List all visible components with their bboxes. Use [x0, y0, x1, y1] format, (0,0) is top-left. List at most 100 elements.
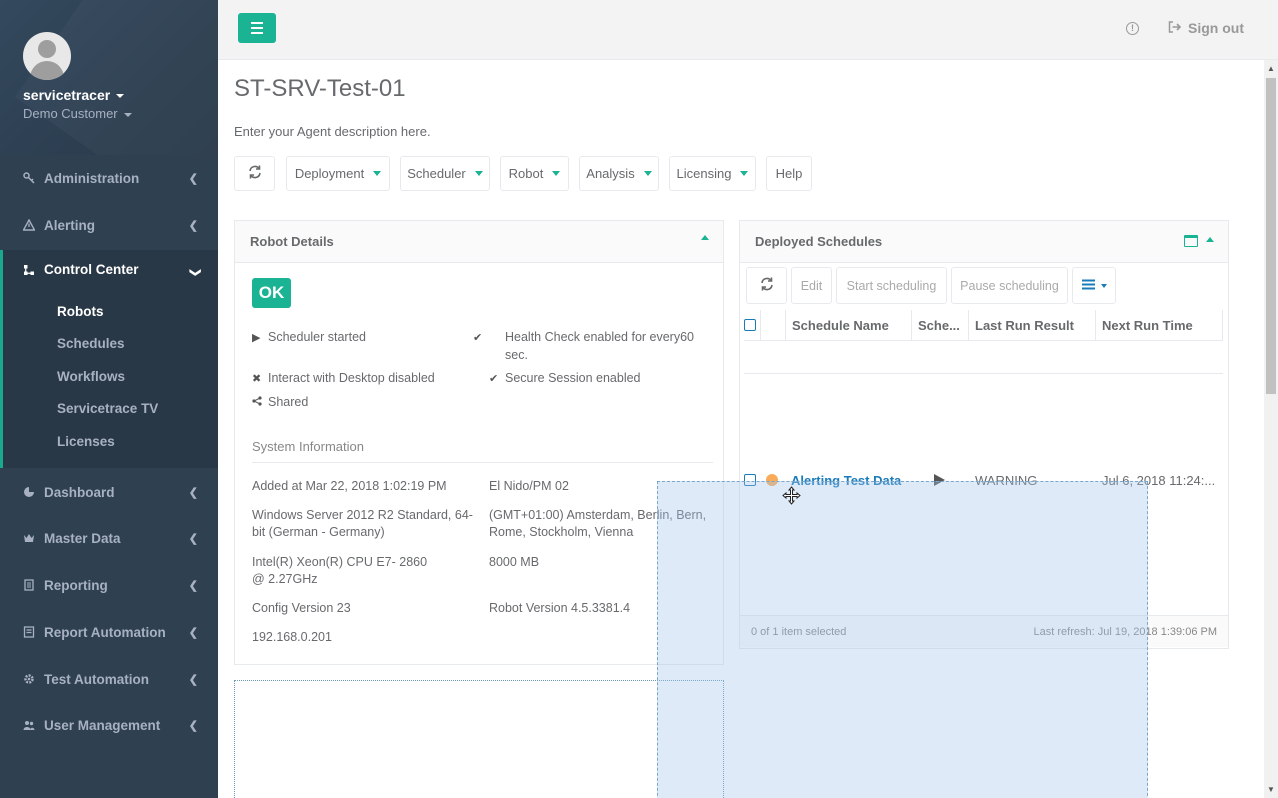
- robot-details-panel: Robot Details OK ▶ Scheduler started ✔ Hea…: [234, 220, 724, 665]
- key-icon: [23, 172, 35, 184]
- select-all-checkbox[interactable]: [744, 319, 756, 331]
- sidebar-item-administration[interactable]: Administration ❮: [0, 156, 218, 200]
- customer-name: Demo Customer: [23, 106, 118, 121]
- crown-icon: [23, 532, 35, 544]
- gear-icon: [23, 673, 35, 685]
- select-all-checkbox-cell: [744, 310, 761, 341]
- list-icon: [1081, 279, 1096, 293]
- cpu-info: Intel(R) Xeon(R) CPU E7- 2860 @ 2.27GHz: [252, 555, 428, 586]
- analysis-dropdown[interactable]: Analysis: [579, 156, 659, 191]
- analysis-label: Analysis: [586, 166, 635, 181]
- sidebar-item-label: Master Data: [44, 530, 121, 546]
- edit-button[interactable]: Edit: [791, 267, 832, 304]
- user-menu[interactable]: servicetracer: [23, 87, 125, 103]
- secure-session-status: ✔ Secure Session enabled: [489, 370, 709, 388]
- column-header-last-run-result[interactable]: Last Run Result: [969, 310, 1096, 341]
- sidebar-item-master-data[interactable]: Master Data ❮: [0, 516, 218, 560]
- sidebar-item-label: Reporting: [44, 577, 108, 593]
- sidebar-subitem-servicetrace-tv[interactable]: Servicetrace TV: [57, 401, 158, 416]
- agent-description[interactable]: Enter your Agent description here.: [234, 124, 431, 139]
- robot-dropdown[interactable]: Robot: [500, 156, 569, 191]
- status-column-header: [761, 310, 786, 341]
- more-options-dropdown[interactable]: [1072, 267, 1116, 304]
- sidebar-item-alerting[interactable]: Alerting ❮: [0, 203, 218, 247]
- sign-out-label: Sign out: [1188, 20, 1244, 36]
- caret-down-icon: [643, 171, 652, 176]
- pause-scheduling-button[interactable]: Pause scheduling: [951, 267, 1068, 304]
- shared-status: Shared: [252, 394, 482, 412]
- help-button[interactable]: Help: [766, 156, 812, 191]
- scroll-up-arrow-icon[interactable]: ▲: [1267, 64, 1275, 73]
- scroll-down-arrow-icon[interactable]: ▼: [1267, 785, 1275, 794]
- customer-menu[interactable]: Demo Customer: [23, 106, 132, 121]
- column-header-schedule-state[interactable]: Sche...: [912, 310, 969, 341]
- info-circle-icon[interactable]: !: [1126, 22, 1139, 35]
- scheduler-status: ▶ Scheduler started: [252, 329, 482, 347]
- start-scheduling-button[interactable]: Start scheduling: [836, 267, 947, 304]
- sidebar-item-report-automation[interactable]: Report Automation ❮: [0, 610, 218, 654]
- sign-out-link[interactable]: Sign out: [1168, 20, 1244, 36]
- share-icon: [252, 395, 264, 412]
- table-row[interactable]: Alerting Test Data WARNING Jul 6, 2018 1…: [744, 343, 1223, 488]
- sitemap-icon: [23, 264, 35, 276]
- chevron-left-icon: ❮: [188, 720, 198, 732]
- caret-down-icon: [740, 171, 749, 176]
- sidebar-item-label: Test Automation: [44, 671, 149, 687]
- users-icon: [23, 719, 35, 731]
- sidebar-subitem-workflows[interactable]: Workflows: [57, 369, 125, 384]
- chevron-left-icon: ❮: [188, 487, 198, 499]
- sidebar-subitem-schedules[interactable]: Schedules: [57, 336, 125, 351]
- page-scrollbar[interactable]: ▲ ▼: [1264, 60, 1278, 798]
- caret-down-icon: [116, 94, 125, 99]
- refresh-icon: [760, 277, 774, 294]
- sidebar-item-control-center[interactable]: Control Center ❮ Robots Schedules Workfl…: [0, 250, 218, 468]
- sidebar-item-user-management[interactable]: User Management ❮: [0, 703, 218, 747]
- move-cursor-icon: [782, 486, 801, 505]
- caret-down-icon: [1100, 283, 1107, 288]
- control-center-header[interactable]: Control Center: [23, 262, 139, 277]
- health-check-status: ✔ Health Check enabled for every60 sec.: [473, 329, 709, 364]
- chevron-down-icon: ❮: [188, 267, 201, 278]
- caret-down-icon: [474, 171, 483, 176]
- robot-label: Robot: [508, 166, 544, 181]
- caret-down-icon: [552, 171, 561, 176]
- dragged-panel-ghost[interactable]: [657, 481, 1148, 798]
- system-info-heading: System Information: [252, 439, 713, 463]
- sidebar-item-test-automation[interactable]: Test Automation ❮: [0, 657, 218, 701]
- sidebar-item-label: Control Center: [44, 262, 139, 277]
- sidebar-subitem-licenses[interactable]: Licenses: [57, 434, 115, 449]
- menu-toggle-button[interactable]: [238, 13, 276, 43]
- desktop-status: ✖ Interact with Desktop disabled: [252, 370, 482, 388]
- sidebar-subitem-robots[interactable]: Robots: [57, 304, 104, 319]
- scheduler-dropdown[interactable]: Scheduler: [400, 156, 490, 191]
- scheduler-status-text: Scheduler started: [268, 330, 366, 344]
- config-version: Config Version 23: [252, 601, 351, 615]
- drop-placeholder: [234, 680, 724, 798]
- sidebar-item-dashboard[interactable]: Dashboard ❮: [0, 470, 218, 514]
- panel-header: Deployed Schedules: [740, 221, 1228, 263]
- refresh-button[interactable]: [234, 156, 275, 191]
- licensing-dropdown[interactable]: Licensing: [669, 156, 756, 191]
- sidebar-item-label: Report Automation: [44, 624, 166, 640]
- scrollbar-thumb[interactable]: [1266, 78, 1276, 394]
- collapse-up-icon[interactable]: [1206, 237, 1214, 242]
- secure-session-text: Secure Session enabled: [505, 371, 641, 385]
- refresh-schedules-button[interactable]: [746, 267, 787, 304]
- chevron-left-icon: ❮: [188, 580, 198, 592]
- times-icon: ✖: [252, 373, 262, 385]
- pie-chart-icon: [23, 486, 35, 498]
- chevron-left-icon: ❮: [188, 533, 198, 545]
- added-at: Added at Mar 22, 2018 1:02:19 PM: [252, 479, 447, 493]
- maximize-icon[interactable]: [1184, 235, 1198, 247]
- collapse-up-icon[interactable]: [701, 235, 709, 240]
- avatar[interactable]: [23, 32, 71, 80]
- column-header-schedule-name[interactable]: Schedule Name: [786, 310, 912, 341]
- chevron-left-icon: ❮: [188, 674, 198, 686]
- sidebar-item-reporting[interactable]: Reporting ❮: [0, 563, 218, 607]
- deployment-dropdown[interactable]: Deployment: [286, 156, 390, 191]
- sidebar-item-label: Dashboard: [44, 484, 115, 500]
- refresh-icon: [248, 165, 262, 182]
- help-label: Help: [775, 166, 803, 181]
- column-header-next-run-time[interactable]: Next Run Time: [1096, 310, 1223, 341]
- report-icon: [23, 626, 35, 638]
